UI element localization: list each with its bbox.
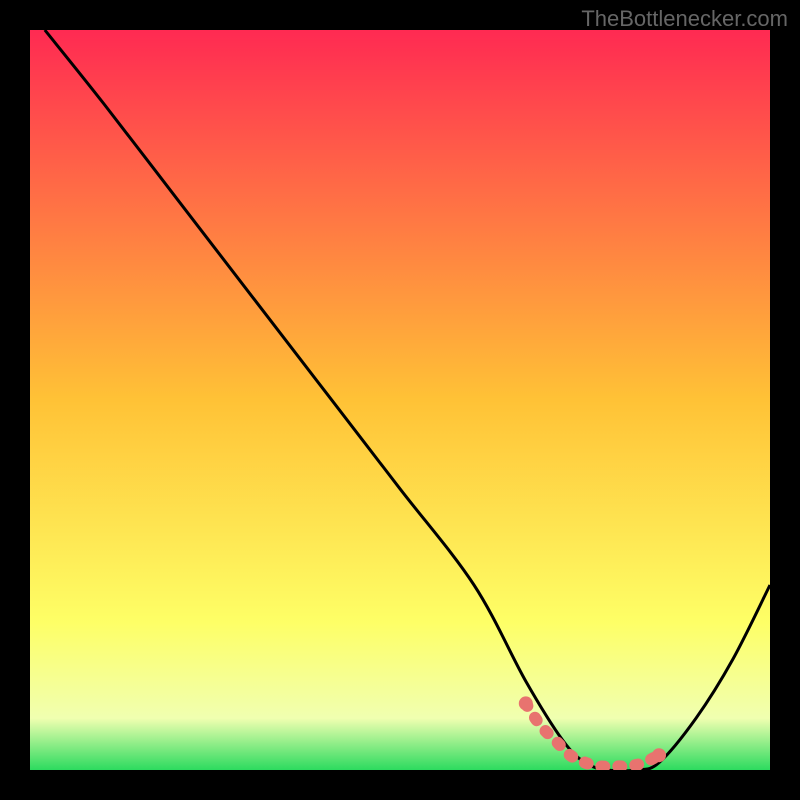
chart-svg [30,30,770,770]
plot-area [30,30,770,770]
highlight-end-dot [652,748,666,762]
gradient-background [30,30,770,770]
watermark-text: TheBottlenecker.com [581,6,788,32]
chart-container: TheBottlenecker.com [0,0,800,800]
highlight-start-dot [519,696,533,710]
